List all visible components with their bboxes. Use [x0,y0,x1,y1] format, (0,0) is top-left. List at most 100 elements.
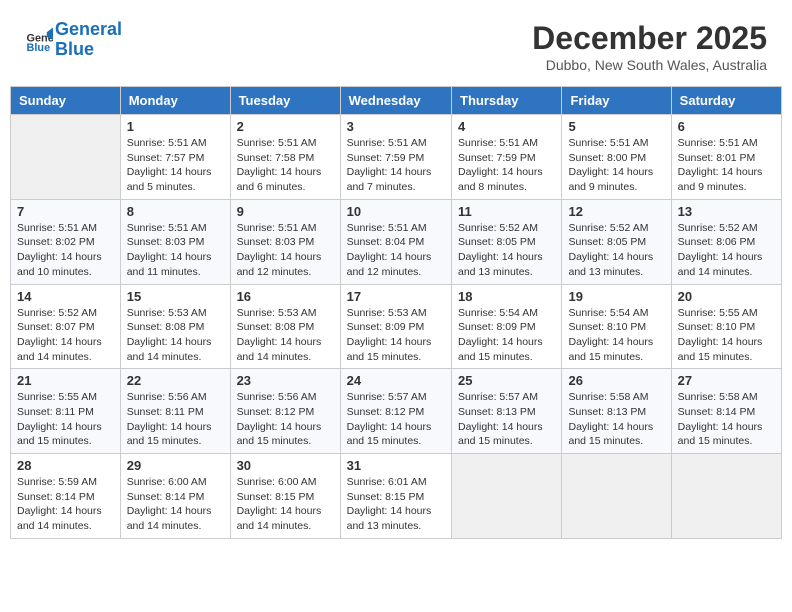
calendar-week-row: 28 Sunrise: 5:59 AMSunset: 8:14 PMDayligh… [11,454,782,539]
logo-text: GeneralBlue [55,20,122,60]
calendar-cell: 25 Sunrise: 5:57 AMSunset: 8:13 PMDayligh… [452,369,562,454]
calendar-week-row: 21 Sunrise: 5:55 AMSunset: 8:11 PMDayligh… [11,369,782,454]
day-number: 7 [17,204,114,219]
calendar-week-row: 14Sunrise: 5:52 AMSunset: 8:07 PMDayligh… [11,284,782,369]
day-detail: Sunrise: 5:51 AMSunset: 8:01 PMDaylight:… [678,136,775,195]
day-number: 1 [127,119,224,134]
day-number: 24 [347,373,445,388]
day-detail: Sunrise: 5:55 AMSunset: 8:11 PMDaylight:… [17,390,114,449]
day-of-week-header: Sunday [11,87,121,115]
day-detail: Sunrise: 5:51 AMSunset: 8:03 PMDaylight:… [127,221,224,280]
day-number: 18 [458,289,555,304]
day-detail: Sunrise: 5:53 AMSunset: 8:08 PMDaylight:… [237,306,334,365]
calendar-cell: 28 Sunrise: 5:59 AMSunset: 8:14 PMDayligh… [11,454,121,539]
month-title: December 2025 [532,20,767,57]
day-detail: Sunrise: 5:51 AMSunset: 8:04 PMDaylight:… [347,221,445,280]
day-detail: Sunrise: 5:51 AMSunset: 7:59 PMDaylight:… [347,136,445,195]
calendar-cell: 1 Sunrise: 5:51 AMSunset: 7:57 PMDaylight… [120,115,230,200]
day-detail: Sunrise: 5:54 AMSunset: 8:10 PMDaylight:… [568,306,664,365]
day-number: 22 [127,373,224,388]
day-detail: Sunrise: 5:58 AMSunset: 8:13 PMDaylight:… [568,390,664,449]
day-detail: Sunrise: 6:00 AMSunset: 8:15 PMDaylight:… [237,475,334,534]
day-detail: Sunrise: 5:52 AMSunset: 8:05 PMDaylight:… [458,221,555,280]
calendar-cell: 17 Sunrise: 5:53 AMSunset: 8:09 PMDayligh… [340,284,451,369]
day-detail: Sunrise: 5:51 AMSunset: 8:02 PMDaylight:… [17,221,114,280]
calendar-cell: 8 Sunrise: 5:51 AMSunset: 8:03 PMDaylight… [120,199,230,284]
title-block: December 2025 Dubbo, New South Wales, Au… [532,20,767,73]
calendar-cell: 27 Sunrise: 5:58 AMSunset: 8:14 PMDayligh… [671,369,781,454]
calendar-cell [452,454,562,539]
calendar-header-row: SundayMondayTuesdayWednesdayThursdayFrid… [11,87,782,115]
calendar-week-row: 1 Sunrise: 5:51 AMSunset: 7:57 PMDaylight… [11,115,782,200]
day-detail: Sunrise: 5:51 AMSunset: 7:57 PMDaylight:… [127,136,224,195]
day-number: 20 [678,289,775,304]
day-number: 26 [568,373,664,388]
day-detail: Sunrise: 5:52 AMSunset: 8:07 PMDaylight:… [17,306,114,365]
location-subtitle: Dubbo, New South Wales, Australia [532,57,767,73]
day-of-week-header: Monday [120,87,230,115]
day-detail: Sunrise: 5:57 AMSunset: 8:13 PMDaylight:… [458,390,555,449]
day-number: 10 [347,204,445,219]
logo-icon: General Blue [25,26,53,54]
day-number: 21 [17,373,114,388]
calendar-cell: 7 Sunrise: 5:51 AMSunset: 8:02 PMDaylight… [11,199,121,284]
calendar-cell: 29 Sunrise: 6:00 AMSunset: 8:14 PMDayligh… [120,454,230,539]
day-detail: Sunrise: 5:56 AMSunset: 8:12 PMDaylight:… [237,390,334,449]
calendar-cell: 26 Sunrise: 5:58 AMSunset: 8:13 PMDayligh… [562,369,671,454]
day-detail: Sunrise: 5:59 AMSunset: 8:14 PMDaylight:… [17,475,114,534]
calendar-cell: 19 Sunrise: 5:54 AMSunset: 8:10 PMDayligh… [562,284,671,369]
day-of-week-header: Friday [562,87,671,115]
day-of-week-header: Thursday [452,87,562,115]
page-header: General Blue GeneralBlue December 2025 D… [10,10,782,78]
day-detail: Sunrise: 6:01 AMSunset: 8:15 PMDaylight:… [347,475,445,534]
day-of-week-header: Tuesday [230,87,340,115]
day-number: 17 [347,289,445,304]
calendar-cell: 10 Sunrise: 5:51 AMSunset: 8:04 PMDayligh… [340,199,451,284]
day-number: 11 [458,204,555,219]
calendar-cell: 2 Sunrise: 5:51 AMSunset: 7:58 PMDaylight… [230,115,340,200]
logo: General Blue GeneralBlue [25,20,122,60]
calendar-cell: 4 Sunrise: 5:51 AMSunset: 7:59 PMDaylight… [452,115,562,200]
calendar-cell: 13Sunrise: 5:52 AMSunset: 8:06 PMDayligh… [671,199,781,284]
calendar-cell: 23 Sunrise: 5:56 AMSunset: 8:12 PMDayligh… [230,369,340,454]
day-number: 15 [127,289,224,304]
day-detail: Sunrise: 5:51 AMSunset: 7:58 PMDaylight:… [237,136,334,195]
calendar-cell: 12Sunrise: 5:52 AMSunset: 8:05 PMDayligh… [562,199,671,284]
day-detail: Sunrise: 5:51 AMSunset: 8:00 PMDaylight:… [568,136,664,195]
calendar-cell [562,454,671,539]
calendar-cell: 9 Sunrise: 5:51 AMSunset: 8:03 PMDaylight… [230,199,340,284]
day-detail: Sunrise: 5:53 AMSunset: 8:09 PMDaylight:… [347,306,445,365]
calendar-cell [11,115,121,200]
day-number: 25 [458,373,555,388]
calendar-cell: 14Sunrise: 5:52 AMSunset: 8:07 PMDayligh… [11,284,121,369]
day-number: 9 [237,204,334,219]
day-number: 19 [568,289,664,304]
calendar-week-row: 7 Sunrise: 5:51 AMSunset: 8:02 PMDaylight… [11,199,782,284]
calendar-cell: 16 Sunrise: 5:53 AMSunset: 8:08 PMDayligh… [230,284,340,369]
calendar-cell: 15Sunrise: 5:53 AMSunset: 8:08 PMDayligh… [120,284,230,369]
day-detail: Sunrise: 5:58 AMSunset: 8:14 PMDaylight:… [678,390,775,449]
day-number: 30 [237,458,334,473]
calendar-cell: 30 Sunrise: 6:00 AMSunset: 8:15 PMDayligh… [230,454,340,539]
day-number: 4 [458,119,555,134]
calendar-cell: 11 Sunrise: 5:52 AMSunset: 8:05 PMDayligh… [452,199,562,284]
calendar-cell: 24Sunrise: 5:57 AMSunset: 8:12 PMDayligh… [340,369,451,454]
day-number: 29 [127,458,224,473]
day-detail: Sunrise: 5:51 AMSunset: 7:59 PMDaylight:… [458,136,555,195]
day-detail: Sunrise: 5:56 AMSunset: 8:11 PMDaylight:… [127,390,224,449]
day-detail: Sunrise: 5:51 AMSunset: 8:03 PMDaylight:… [237,221,334,280]
day-number: 27 [678,373,775,388]
calendar-cell: 3 Sunrise: 5:51 AMSunset: 7:59 PMDaylight… [340,115,451,200]
day-number: 16 [237,289,334,304]
day-number: 23 [237,373,334,388]
day-detail: Sunrise: 5:52 AMSunset: 8:06 PMDaylight:… [678,221,775,280]
day-detail: Sunrise: 6:00 AMSunset: 8:14 PMDaylight:… [127,475,224,534]
day-number: 8 [127,204,224,219]
day-number: 28 [17,458,114,473]
day-number: 2 [237,119,334,134]
calendar-cell: 18Sunrise: 5:54 AMSunset: 8:09 PMDayligh… [452,284,562,369]
day-number: 3 [347,119,445,134]
day-of-week-header: Saturday [671,87,781,115]
calendar-cell [671,454,781,539]
calendar-cell: 31Sunrise: 6:01 AMSunset: 8:15 PMDayligh… [340,454,451,539]
